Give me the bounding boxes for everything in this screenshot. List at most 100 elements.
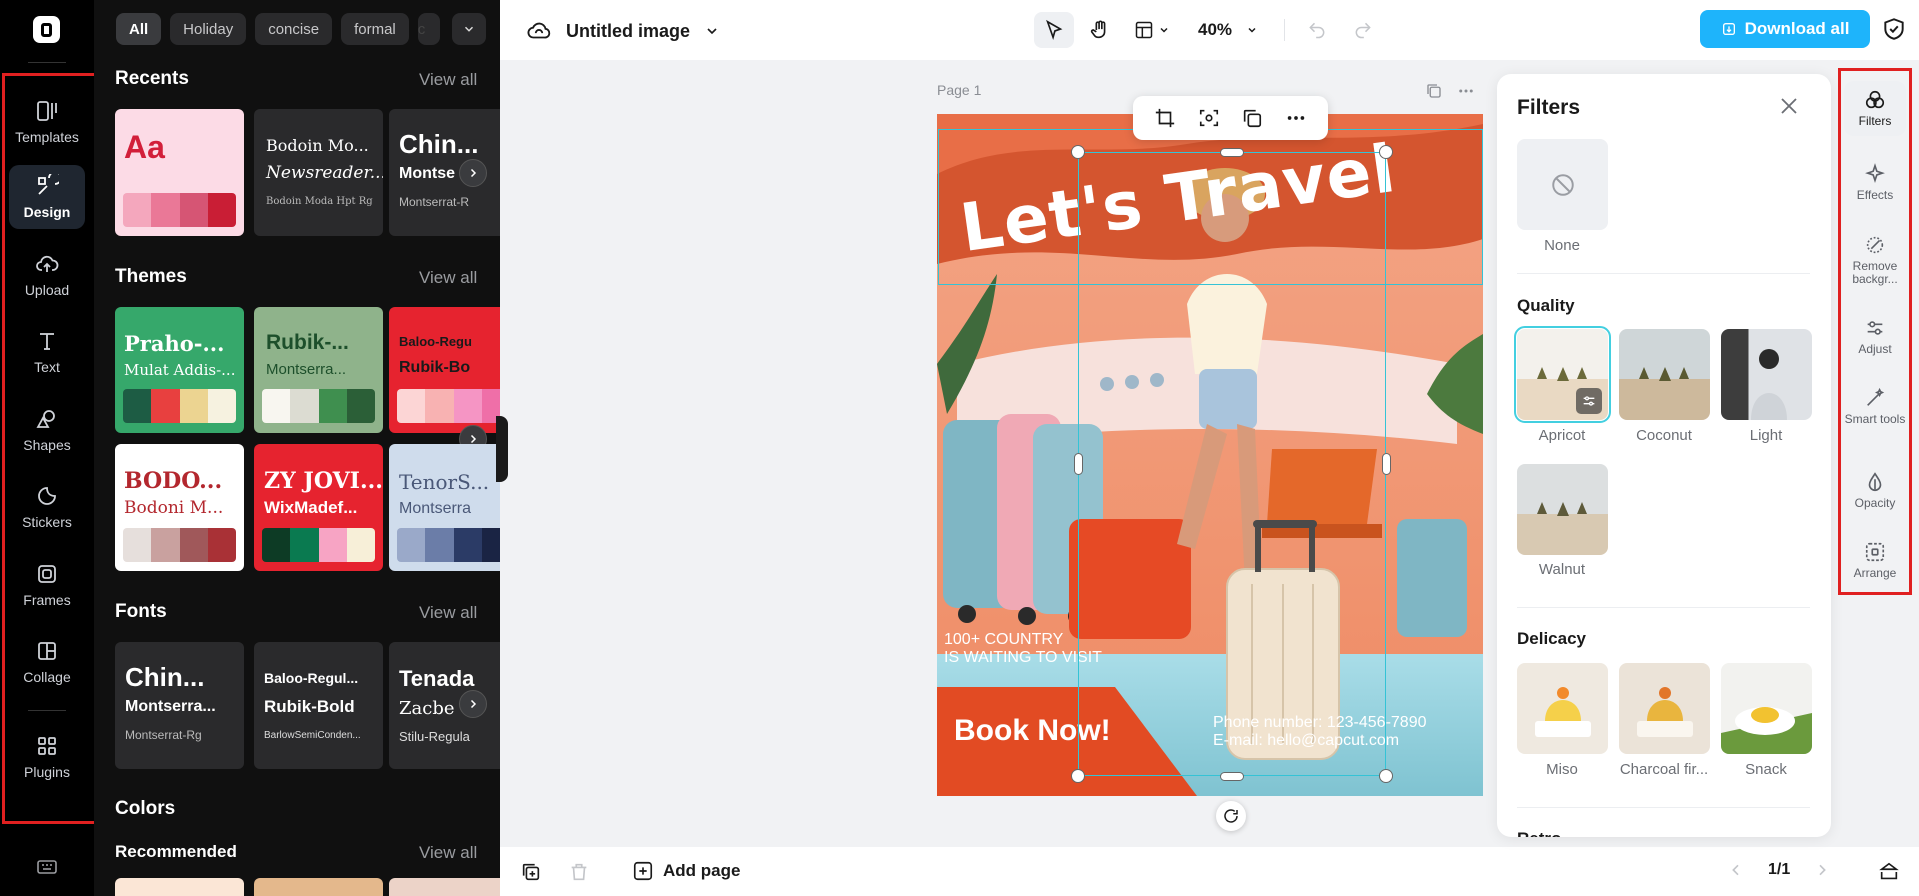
duplicate-page-icon[interactable] <box>1425 82 1443 100</box>
rrail-label-adjust: Adjust <box>1858 342 1892 356</box>
select-tool-button[interactable] <box>1034 12 1074 48</box>
theme-card-tenor[interactable]: TenorS... Montserra <box>389 444 500 571</box>
resize-handle[interactable] <box>1379 769 1393 783</box>
keyboard-icon[interactable] <box>35 855 59 879</box>
filter-adjust-button[interactable] <box>1576 388 1602 414</box>
theme-card-swatches <box>123 528 236 562</box>
theme-card-baloo[interactable]: Baloo-Regu Rubik-Bo <box>389 307 500 433</box>
rotate-button[interactable] <box>1216 801 1246 831</box>
undo-button[interactable] <box>1297 12 1337 48</box>
chevron-right-icon[interactable] <box>1814 862 1830 878</box>
trash-icon[interactable] <box>568 861 590 883</box>
theme-card-zy-jovi[interactable]: ZY JOVI... WixMadef... <box>254 444 383 571</box>
theme-card-sub: Montserra... <box>266 361 347 378</box>
chevron-left-icon[interactable] <box>1728 862 1744 878</box>
download-all-button[interactable]: Download all <box>1700 10 1870 48</box>
colors-view-all[interactable]: View all <box>419 843 477 863</box>
recent-card-sample: Aa <box>124 129 165 165</box>
chip-holiday[interactable]: Holiday <box>170 13 247 45</box>
filter-light[interactable] <box>1721 329 1812 420</box>
fonts-view-all[interactable]: View all <box>419 603 477 623</box>
theme-card-rubik[interactable]: Rubik-... Montserra... <box>254 307 383 433</box>
pointer-icon <box>1046 19 1063 41</box>
resize-handle[interactable] <box>1379 145 1393 159</box>
resize-handle[interactable] <box>1071 145 1085 159</box>
bottom-bar: Add page 1/1 <box>500 847 1919 896</box>
rotate-icon <box>1224 809 1238 823</box>
filter-coconut[interactable] <box>1619 329 1710 420</box>
rail-divider <box>28 62 66 63</box>
duplicate-page-icon[interactable] <box>520 861 542 883</box>
theme-card-bodoni[interactable]: BODO... Bodoni M... <box>115 444 244 571</box>
more-options-icon[interactable] <box>1285 107 1307 129</box>
layers-icon[interactable] <box>1878 861 1900 883</box>
recommended-title: Recommended <box>115 842 237 861</box>
resize-handle[interactable] <box>1382 453 1391 475</box>
more-options-icon[interactable] <box>1457 82 1475 100</box>
chip-more[interactable]: c <box>417 13 440 45</box>
sliders-icon <box>1583 396 1595 406</box>
chips-expand-button[interactable] <box>452 13 486 45</box>
theme-card-heading: Rubik-... <box>266 331 349 354</box>
resize-handle[interactable] <box>1220 148 1244 157</box>
recent-card-palette[interactable]: Aa <box>115 109 244 236</box>
image-selection-box[interactable] <box>1078 152 1386 776</box>
magic-wand-icon <box>1867 387 1885 406</box>
theme-card-swatches <box>262 389 375 423</box>
filter-charcoal-fir-label: Charcoal fir... <box>1619 761 1709 778</box>
rrail-item-arrange[interactable]: Arrange <box>1844 541 1906 580</box>
rrail-item-smart-tools[interactable]: Smart tools <box>1844 387 1906 426</box>
color-card[interactable] <box>254 878 383 896</box>
recents-next-button[interactable] <box>459 159 487 187</box>
add-page-icon <box>633 861 653 881</box>
close-icon[interactable] <box>1777 94 1801 118</box>
rrail-item-adjust[interactable]: Adjust <box>1844 317 1906 356</box>
panel-collapse-handle[interactable] <box>496 416 508 482</box>
recents-view-all[interactable]: View all <box>419 70 477 90</box>
filter-apricot[interactable] <box>1514 326 1611 423</box>
font-card-baloo[interactable]: Baloo-Regul... Rubik-Bold BarlowSemiCond… <box>254 642 383 769</box>
rrail-item-opacity[interactable]: Opacity <box>1844 471 1906 510</box>
zoom-dropdown-button[interactable]: 40% <box>1184 12 1272 48</box>
page-count: 1/1 <box>1768 861 1791 878</box>
rrail-item-filters[interactable]: Filters <box>1844 81 1906 137</box>
filter-charcoal-fir[interactable] <box>1619 663 1710 754</box>
capcut-logo-icon[interactable] <box>33 16 60 43</box>
chip-all[interactable]: All <box>116 13 162 45</box>
add-page-button[interactable]: Add page <box>632 860 740 882</box>
font-card-chin[interactable]: Chin... Montserra... Montserrat-Rg <box>115 642 244 769</box>
document-title[interactable]: Untitled image <box>526 18 720 44</box>
chip-formal[interactable]: formal <box>341 13 409 45</box>
resize-handle[interactable] <box>1220 772 1244 781</box>
filter-walnut[interactable] <box>1517 464 1608 555</box>
color-card[interactable] <box>389 878 500 896</box>
shield-check-icon[interactable] <box>1881 16 1907 42</box>
no-filter-icon <box>1551 173 1574 196</box>
theme-card-sub: Bodoni M... <box>124 498 224 518</box>
retro-title: Retro <box>1517 829 1561 837</box>
resize-handle[interactable] <box>1071 769 1085 783</box>
filter-none[interactable] <box>1517 139 1608 230</box>
pan-tool-button[interactable] <box>1080 12 1120 48</box>
chip-concise[interactable]: concise <box>255 13 333 45</box>
filter-miso[interactable] <box>1517 663 1608 754</box>
recent-card-font-pair[interactable]: Bodoin Mo... Newsreader... Bodoin Moda H… <box>254 109 383 236</box>
ai-scan-icon[interactable] <box>1198 107 1220 129</box>
duplicate-icon[interactable] <box>1241 107 1263 129</box>
theme-card-heading: Baloo-Regu <box>399 334 472 349</box>
fonts-next-button[interactable] <box>459 690 487 718</box>
resize-handle[interactable] <box>1074 453 1083 475</box>
themes-view-all[interactable]: View all <box>419 268 477 288</box>
arrange-icon <box>1865 542 1885 562</box>
rrail-item-effects[interactable]: Effects <box>1844 163 1906 202</box>
theme-card-praho[interactable]: Praho-... Mulat Addis-... <box>115 307 244 433</box>
rrail-item-remove-background[interactable]: Remove backgr... <box>1844 234 1906 286</box>
rail-highlight-frame <box>2 73 100 824</box>
layout-dropdown-button[interactable] <box>1126 12 1178 48</box>
theme-card-heading: TenorS... <box>399 470 490 494</box>
crop-icon[interactable] <box>1154 107 1176 129</box>
color-card[interactable] <box>115 878 244 896</box>
recent-card-font-sub: Newsreader... <box>266 163 383 183</box>
filter-snack[interactable] <box>1721 663 1812 754</box>
redo-button[interactable] <box>1343 12 1383 48</box>
